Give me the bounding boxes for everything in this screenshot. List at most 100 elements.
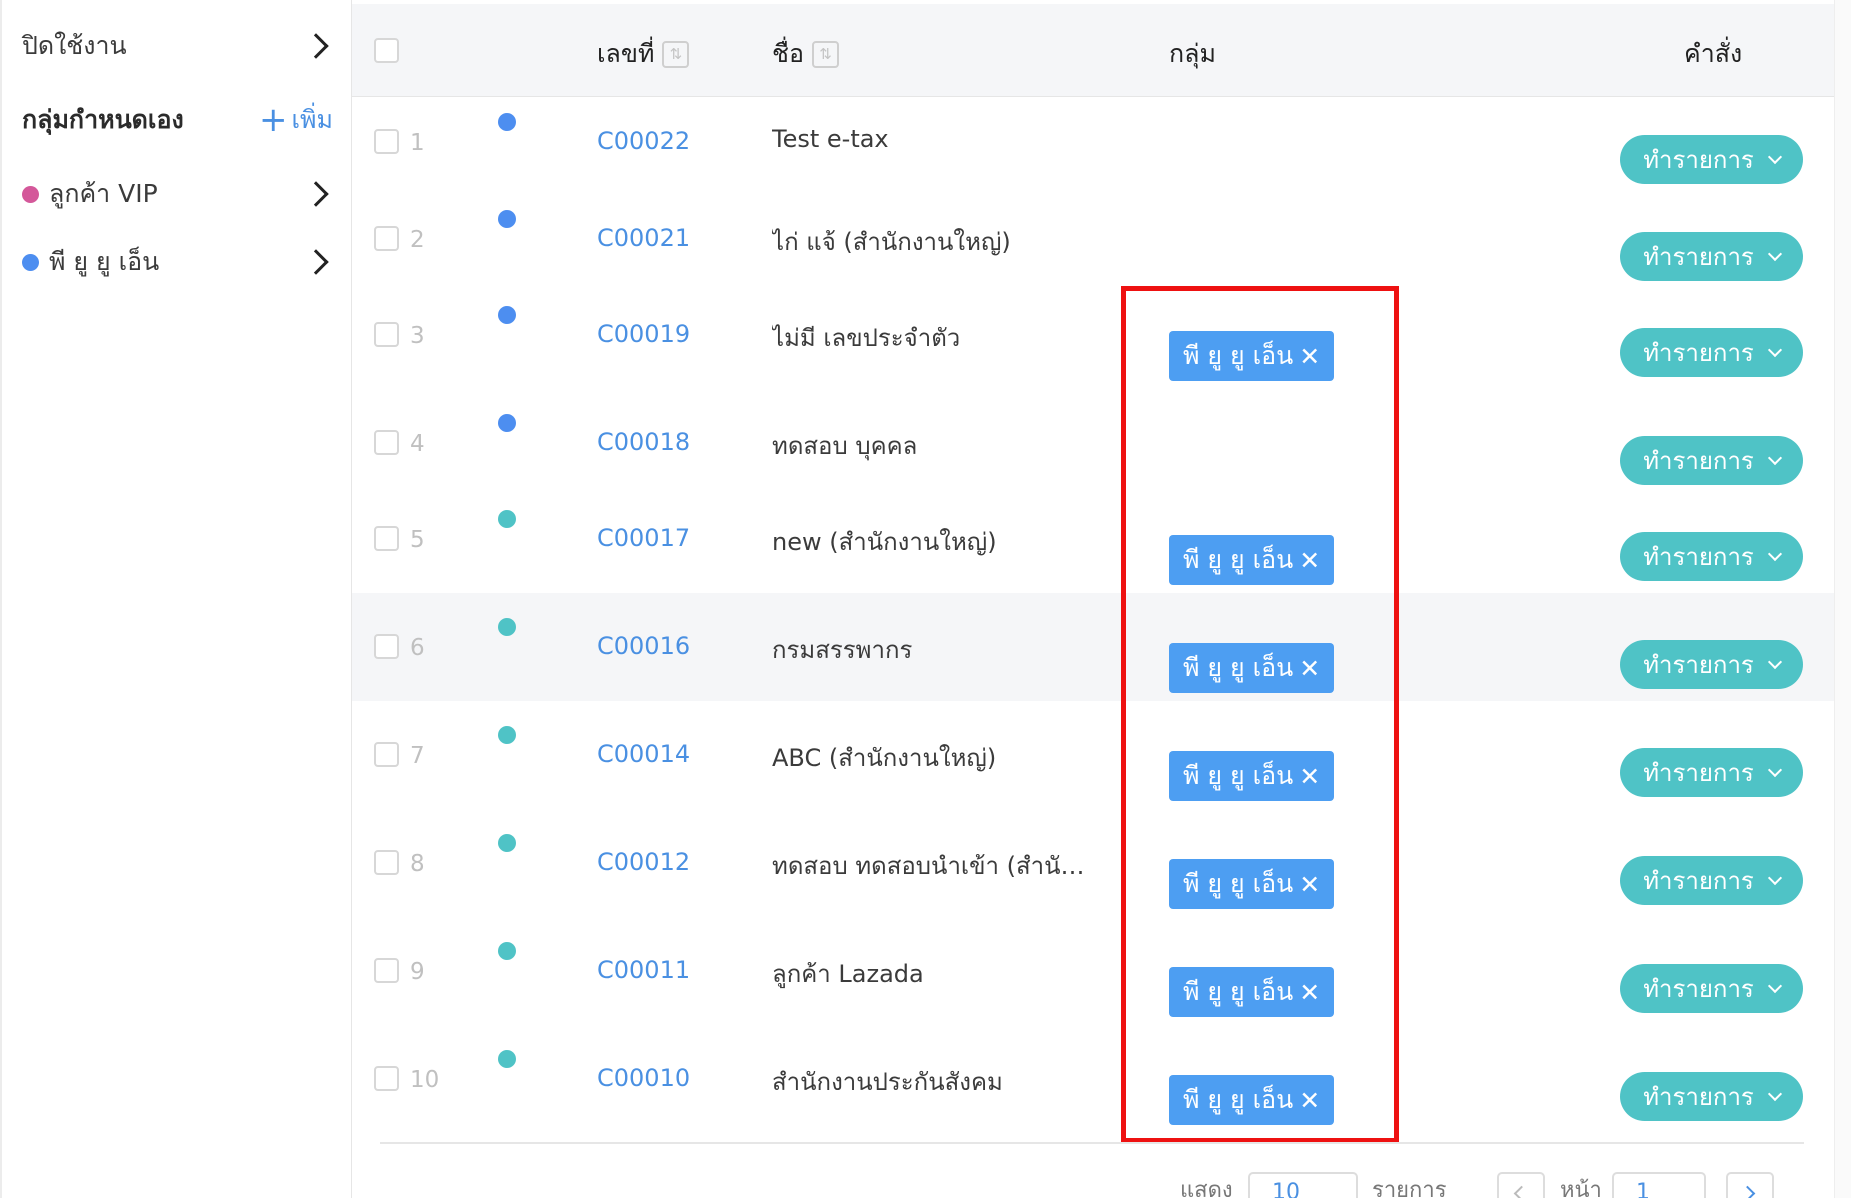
row-number: 4	[410, 431, 425, 457]
sidebar-group-vip[interactable]: ลูกค้า VIP	[22, 170, 333, 218]
sidebar-group-label: ลูกค้า VIP	[49, 179, 158, 208]
customer-code-link[interactable]: C00017	[597, 524, 690, 552]
table-header: เลขที่ ⇅ ชื่อ ⇅ กลุ่ม คำสั่ง	[352, 4, 1834, 97]
action-label: ทำรายการ	[1643, 759, 1754, 787]
customer-code-link[interactable]: C00012	[597, 848, 690, 876]
plus-icon: +	[258, 100, 288, 140]
sidebar-group-label: พี ยู ยู เอ็น	[49, 247, 160, 276]
table-row: 6 C00016 กรมสรรพากร พี ยู ยู เอ็น ✕ ทำรายการ	[352, 593, 1834, 701]
action-dropdown-button[interactable]: ทำรายการ	[1620, 964, 1803, 1013]
customer-code-link[interactable]: C00011	[597, 956, 690, 984]
row-checkbox[interactable]	[374, 322, 399, 347]
row-number: 3	[410, 323, 425, 349]
row-number: 10	[410, 1067, 440, 1093]
sort-icon[interactable]: ⇅	[811, 40, 839, 68]
row-number: 8	[410, 851, 425, 877]
chevron-right-icon	[303, 33, 329, 59]
select-all-checkbox[interactable]	[374, 38, 399, 63]
status-dot	[498, 834, 516, 852]
next-page-button[interactable]	[1726, 1172, 1774, 1198]
custom-groups-title: กลุ่มกำหนดเอง	[22, 105, 184, 134]
row-checkbox[interactable]	[374, 634, 399, 659]
previous-page-button[interactable]	[1497, 1172, 1545, 1198]
table-row: 5 C00017 new (สำนักงานใหญ่) พี ยู ยู เอ็น ✕ ท…	[352, 485, 1834, 593]
column-header-code[interactable]: เลขที่ ⇅	[597, 34, 690, 74]
action-dropdown-button[interactable]: ทำรายการ	[1620, 328, 1803, 377]
table-row: 9 C00011 ลูกค้า Lazada พี ยู ยู เอ็น ✕ ทำรายก…	[352, 917, 1834, 1025]
action-label: ทำรายการ	[1643, 1083, 1754, 1111]
action-dropdown-button[interactable]: ทำรายการ	[1620, 856, 1803, 905]
customer-name: ABC (สำนักงานใหญ่)	[772, 744, 997, 772]
column-header-command-label: คำสั่ง	[1684, 39, 1743, 68]
status-dot	[498, 510, 516, 528]
page-label: หน้า	[1560, 1178, 1602, 1198]
column-header-name-label: ชื่อ	[772, 39, 804, 68]
customer-code-link[interactable]: C00010	[597, 1064, 690, 1092]
customer-code-link[interactable]: C00022	[597, 127, 690, 155]
sidebar-item-disabled[interactable]: ปิดใช้งาน	[22, 22, 333, 70]
row-number: 7	[410, 743, 425, 769]
action-dropdown-button[interactable]: ทำรายการ	[1620, 748, 1803, 797]
action-label: ทำรายการ	[1643, 339, 1754, 367]
customer-code-link[interactable]: C00018	[597, 428, 690, 456]
status-dot	[498, 210, 516, 228]
sidebar-group-puun[interactable]: พี ยู ยู เอ็น	[22, 238, 333, 286]
action-dropdown-button[interactable]: ทำรายการ	[1620, 532, 1803, 581]
row-checkbox[interactable]	[374, 850, 399, 875]
customer-name: ไม่มี เลขประจำตัว	[772, 324, 961, 352]
custom-groups-header: กลุ่มกำหนดเอง + เพิ่ม	[22, 96, 333, 144]
customer-code-link[interactable]: C00014	[597, 740, 690, 768]
customer-table: เลขที่ ⇅ ชื่อ ⇅ กลุ่ม คำสั่ง 1 C00022 Test…	[352, 0, 1834, 1198]
action-label: ทำรายการ	[1643, 447, 1754, 475]
column-header-command: คำสั่ง	[1684, 34, 1742, 74]
group-color-dot	[22, 253, 39, 271]
action-dropdown-button[interactable]: ทำรายการ	[1620, 135, 1803, 184]
customer-code-link[interactable]: C00019	[597, 320, 690, 348]
column-header-name[interactable]: ชื่อ ⇅	[772, 34, 839, 74]
chevron-down-icon	[1767, 654, 1782, 669]
status-dot	[498, 1050, 516, 1068]
customer-code-link[interactable]: C00021	[597, 224, 690, 252]
action-label: ทำรายการ	[1643, 146, 1754, 174]
table-row: 3 C00019 ไม่มี เลขประจำตัว พี ยู ยู เอ็น ✕ ทำ…	[352, 281, 1834, 389]
customer-name: สำนักงานประกันสังคม	[772, 1068, 1003, 1096]
table-row: 7 C00014 ABC (สำนักงานใหญ่) พี ยู ยู เอ็น ✕ ท…	[352, 701, 1834, 809]
chevron-down-icon	[1767, 450, 1782, 465]
page-size-select[interactable]: 10	[1248, 1172, 1358, 1198]
action-dropdown-button[interactable]: ทำรายการ	[1620, 640, 1803, 689]
page-value: 1	[1636, 1180, 1650, 1198]
chevron-down-icon	[1767, 978, 1782, 993]
row-checkbox[interactable]	[374, 226, 399, 251]
customer-name: ทดสอบ ทดสอบนำเข้า (สำนักงา...	[772, 852, 1092, 880]
row-checkbox[interactable]	[374, 1066, 399, 1091]
table-row: 4 C00018 ทดสอบ บุคคลทำรายการ	[352, 389, 1834, 497]
row-checkbox[interactable]	[374, 430, 399, 455]
add-group-button[interactable]: + เพิ่ม	[259, 100, 333, 140]
action-dropdown-button[interactable]: ทำรายการ	[1620, 1072, 1803, 1121]
customer-name: new (สำนักงานใหญ่)	[772, 528, 997, 556]
action-dropdown-button[interactable]: ทำรายการ	[1620, 232, 1803, 281]
row-checkbox[interactable]	[374, 958, 399, 983]
chevron-down-icon	[1767, 870, 1782, 885]
highlight-box	[1121, 286, 1399, 1143]
chevron-down-icon	[1767, 342, 1782, 357]
action-label: ทำรายการ	[1643, 975, 1754, 1003]
action-dropdown-button[interactable]: ทำรายการ	[1620, 436, 1803, 485]
chevron-down-icon	[1767, 149, 1782, 164]
customer-code-link[interactable]: C00016	[597, 632, 690, 660]
row-checkbox[interactable]	[374, 742, 399, 767]
vertical-scrollbar[interactable]	[1834, 0, 1851, 1198]
page-select[interactable]: 1	[1612, 1172, 1706, 1198]
chevron-left-icon	[1513, 1185, 1530, 1198]
table-row: 2 C00021 ไก่ แจ้ (สำนักงานใหญ่) ทำรายการ	[352, 185, 1834, 293]
customer-name: ทดสอบ บุคคล	[772, 432, 918, 460]
table-row: 10 C00010 สำนักงานประกันสังคม พี ยู ยู เอ็น…	[352, 1025, 1834, 1133]
chevron-down-icon	[1767, 762, 1782, 777]
customer-name: ไก่ แจ้ (สำนักงานใหญ่)	[772, 228, 1011, 256]
sort-icon[interactable]: ⇅	[662, 40, 690, 68]
row-checkbox[interactable]	[374, 526, 399, 551]
row-number: 5	[410, 527, 425, 553]
row-checkbox[interactable]	[374, 129, 399, 154]
row-number: 6	[410, 635, 425, 661]
table-row: 1 C00022 Test e-tax ทำรายการ	[352, 88, 1834, 196]
